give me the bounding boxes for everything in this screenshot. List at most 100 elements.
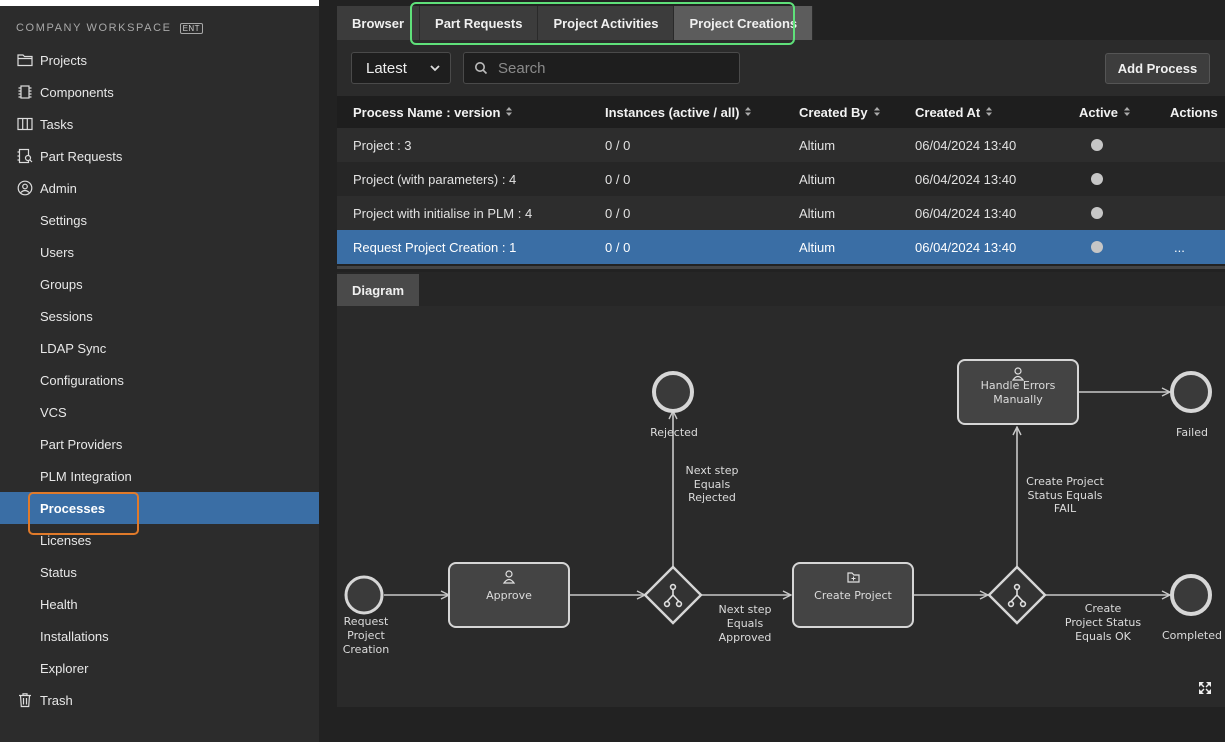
sidebar-item-plm-integration[interactable]: PLM Integration [0, 460, 319, 492]
sidebar-item-part-requests[interactable]: Part Requests [0, 140, 319, 172]
sidebar-item-label: Components [40, 84, 114, 100]
edge-fail-label-1: Create Project [1026, 475, 1104, 488]
sidebar-item-groups[interactable]: Groups [0, 268, 319, 300]
cell-created-by: Altium [799, 137, 836, 153]
gateway-decision-2 [987, 565, 1047, 625]
column-header-label: Process Name : version [353, 104, 501, 120]
edge-rejected-label-1: Next step [686, 464, 739, 477]
sidebar-nav: Projects Components Tasks Part Requests Admi… [0, 44, 319, 716]
sort-icon[interactable] [744, 106, 752, 119]
column-header-created-at[interactable]: Created At [915, 96, 993, 128]
sidebar-item-label: Projects [40, 52, 87, 68]
active-status-dot [1091, 207, 1103, 219]
sidebar-item-label: Part Requests [40, 148, 123, 164]
table-row[interactable]: Project with initialise in PLM : 4 0 / 0 A… [337, 196, 1225, 230]
sidebar-item-ldap-sync[interactable]: LDAP Sync [0, 332, 319, 364]
sort-icon[interactable] [1123, 106, 1131, 119]
edge-approved-label-3: Approved [719, 631, 772, 644]
sidebar-item-tasks[interactable]: Tasks [0, 108, 319, 140]
edge-ok-label-1: Create [1085, 602, 1122, 615]
sidebar-item-label: Groups [40, 276, 83, 292]
cell-created-at: 06/04/2024 13:40 [915, 137, 1017, 153]
column-header-process-name-version[interactable]: Process Name : version [353, 96, 513, 128]
process-table: Process Name : version Instances (active … [337, 96, 1225, 264]
column-header-created-by[interactable]: Created By [799, 96, 881, 128]
sidebar: COMPANY WORKSPACE ENT Projects Components… [0, 6, 319, 742]
trash-icon [16, 691, 34, 709]
edge-fail-label-2: Status Equals [1028, 489, 1103, 502]
edge-ok-label-2: Project Status [1065, 616, 1141, 629]
tab-diagram[interactable]: Diagram [337, 274, 420, 306]
add-process-button[interactable]: Add Process [1105, 53, 1210, 84]
sidebar-item-trash[interactable]: Trash [0, 684, 319, 716]
version-select[interactable]: Latest [351, 52, 451, 84]
column-header-active[interactable]: Active [1079, 96, 1131, 128]
table-row[interactable]: Request Project Creation : 1 0 / 0 Altium 0… [337, 230, 1225, 264]
process-diagram: Approve Create Project Handle Errors Man… [337, 306, 1225, 707]
sort-icon[interactable] [985, 106, 993, 119]
sidebar-item-configurations[interactable]: Configurations [0, 364, 319, 396]
sidebar-item-settings[interactable]: Settings [0, 204, 319, 236]
sidebar-item-label: Explorer [40, 660, 89, 676]
cell-actions [1170, 162, 1174, 196]
workspace-header: COMPANY WORKSPACE ENT [16, 22, 204, 34]
approve-label: Approve [486, 589, 532, 602]
sidebar-item-projects[interactable]: Projects [0, 44, 319, 76]
sidebar-item-label: Sessions [40, 308, 93, 324]
main-panel: Browser Part Requests Project Activities Pr… [337, 6, 1225, 742]
table-row[interactable]: Project : 3 0 / 0 Altium 06/04/2024 13:40 [337, 128, 1225, 162]
column-header-instances-active-all[interactable]: Instances (active / all) [605, 96, 752, 128]
sidebar-item-users[interactable]: Users [0, 236, 319, 268]
handle-errors-label-1: Handle Errors [981, 379, 1056, 392]
fullscreen-icon[interactable] [1197, 680, 1213, 696]
search-input[interactable]: Search [463, 52, 740, 84]
sidebar-item-installations[interactable]: Installations [0, 620, 319, 652]
start-label-2: Project [347, 629, 385, 642]
sidebar-item-label: Tasks [40, 116, 74, 132]
create-project-label: Create Project [814, 589, 892, 602]
sidebar-item-health[interactable]: Health [0, 588, 319, 620]
part-request-icon [16, 147, 34, 165]
sidebar-item-part-providers[interactable]: Part Providers [0, 428, 319, 460]
cell-instances: 0 / 0 [605, 239, 631, 255]
edge-ok-label-3: Equals OK [1075, 630, 1132, 643]
sort-icon[interactable] [873, 106, 881, 119]
start-label-1: Request [344, 615, 389, 628]
active-status-dot [1091, 139, 1103, 151]
sidebar-item-components[interactable]: Components [0, 76, 319, 108]
column-header-label: Active [1079, 104, 1119, 120]
sidebar-item-admin[interactable]: Admin [0, 172, 319, 204]
sort-icon[interactable] [505, 106, 513, 119]
row-actions-button[interactable]: ... [1174, 240, 1185, 255]
table-row[interactable]: Project (with parameters) : 4 0 / 0 Altium… [337, 162, 1225, 196]
edge-approved-label-1: Next step [719, 603, 772, 616]
cell-instances: 0 / 0 [605, 171, 631, 187]
sidebar-item-sessions[interactable]: Sessions [0, 300, 319, 332]
tabs-highlight-frame [410, 2, 795, 45]
end-event-failed [1170, 371, 1212, 413]
cell-name: Project (with parameters) : 4 [353, 171, 517, 187]
end-event-completed [1170, 574, 1212, 616]
failed-label: Failed [1176, 426, 1208, 439]
cell-actions [1170, 196, 1174, 230]
workspace-badge: ENT [179, 22, 204, 34]
active-status-dot [1091, 241, 1103, 253]
user-circle-icon [16, 179, 34, 197]
workspace-label: COMPANY WORKSPACE [16, 22, 172, 34]
sidebar-item-vcs[interactable]: VCS [0, 396, 319, 428]
edge-approved-label-2: Equals [727, 617, 764, 630]
cell-created-by: Altium [799, 171, 836, 187]
cell-actions: ... [1170, 230, 1185, 264]
sidebar-item-label: Trash [40, 692, 73, 708]
diagram-tab-bar: Diagram [337, 272, 1225, 306]
sidebar-item-label: Status [40, 564, 77, 580]
sidebar-item-label: Settings [40, 212, 87, 228]
sidebar-item-status[interactable]: Status [0, 556, 319, 588]
tab-browser[interactable]: Browser [337, 6, 421, 40]
sidebar-item-explorer[interactable]: Explorer [0, 652, 319, 684]
edge-rejected-label-2: Equals [694, 478, 731, 491]
sidebar-item-label: Part Providers [40, 436, 123, 452]
panel-divider[interactable] [337, 266, 1225, 269]
gateway-decision-1 [643, 565, 703, 625]
sidebar-item-label: Admin [40, 180, 77, 196]
